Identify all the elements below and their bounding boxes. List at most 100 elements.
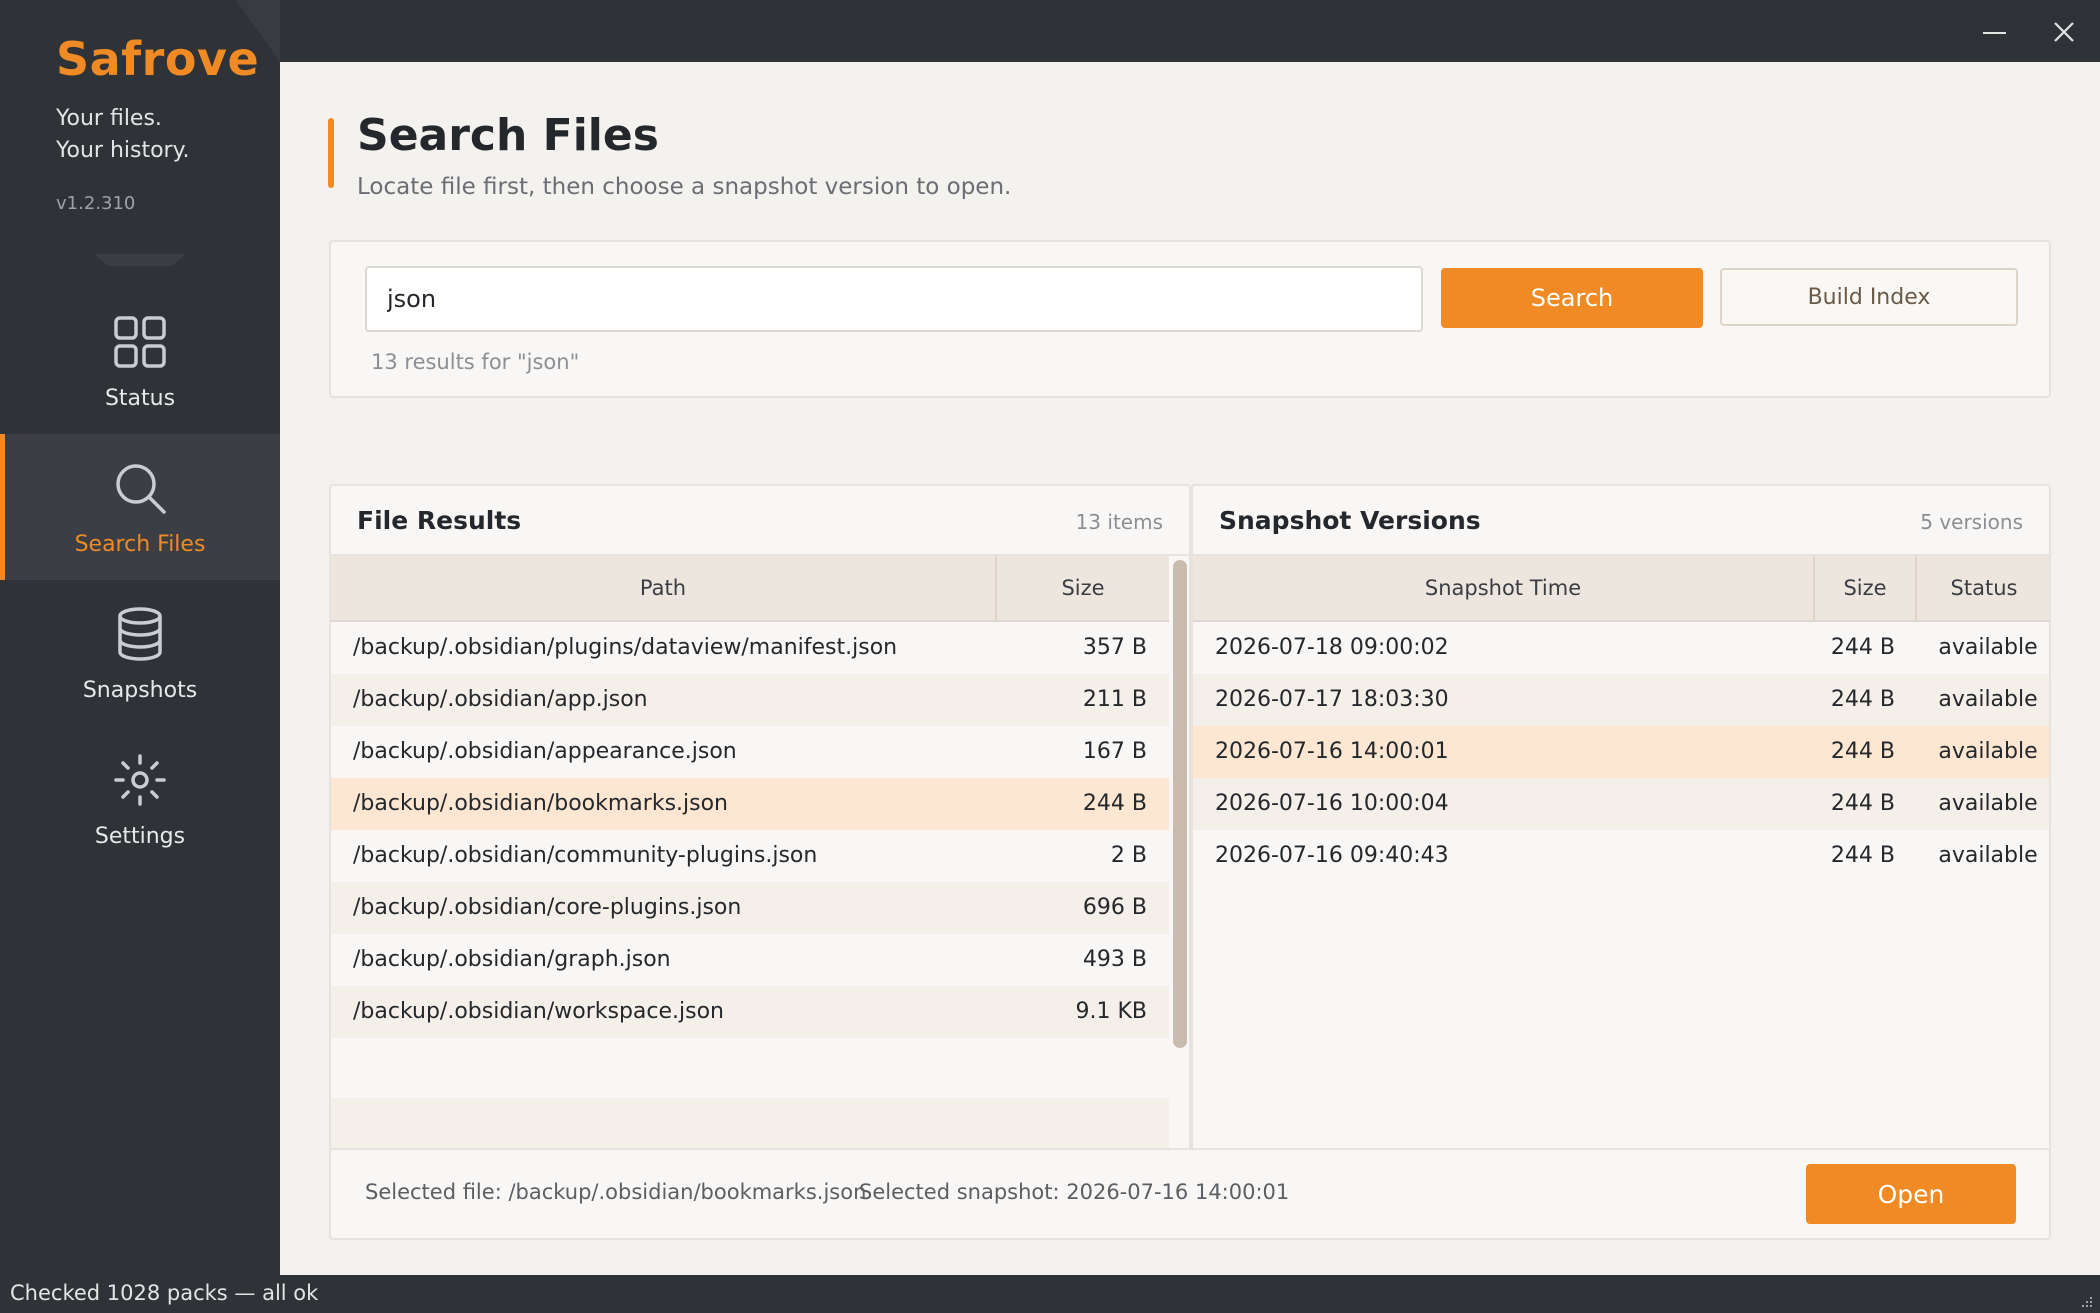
table-row-selected[interactable]: 2026-07-16 14:00:01 244 B available: [1193, 726, 2049, 778]
sidebar-divider: [94, 254, 186, 266]
table-row[interactable]: /backup/.obsidian/app.json 211 B: [331, 674, 1169, 726]
file-results-panel: File Results 13 items Path Size /backup/…: [329, 484, 1191, 1194]
table-row[interactable]: /backup/.obsidian/workspace.json 9.1 KB: [331, 986, 1169, 1038]
column-header-size[interactable]: Size: [995, 556, 1169, 620]
page-subtitle: Locate file first, then choose a snapsho…: [357, 174, 1012, 200]
selected-snapshot-text: Selected snapshot: 2026-07-16 14:00:01: [859, 1180, 1290, 1204]
snapshot-time: 2026-07-16 10:00:04: [1215, 791, 1449, 816]
table-row-partial: [331, 1098, 1169, 1150]
open-button[interactable]: Open: [1806, 1164, 2016, 1224]
table-row-selected[interactable]: /backup/.obsidian/bookmarks.json 244 B: [331, 778, 1169, 830]
file-path: /backup/.obsidian/appearance.json: [353, 739, 737, 764]
snapshot-status: available: [1938, 635, 2038, 660]
nav-item-search-files[interactable]: Search Files: [0, 434, 280, 580]
nav-label-search-files: Search Files: [74, 532, 206, 557]
file-size: 9.1 KB: [1075, 999, 1148, 1024]
sidebar: Safrove Your files. Your history. v1.2.3…: [0, 0, 280, 1275]
file-path: /backup/.obsidian/core-plugins.json: [353, 895, 742, 920]
file-table-header: Path Size: [331, 556, 1169, 622]
build-index-button[interactable]: Build Index: [1720, 268, 2018, 326]
snapshot-time: 2026-07-16 14:00:01: [1215, 739, 1449, 764]
app-tagline-line-1: Your files.: [56, 106, 162, 131]
snapshot-size: 244 B: [1830, 843, 1895, 868]
file-results-header: File Results 13 items: [331, 486, 1189, 556]
search-icon: [116, 464, 166, 514]
table-row[interactable]: /backup/.obsidian/graph.json 493 B: [331, 934, 1169, 986]
search-button[interactable]: Search: [1441, 268, 1703, 328]
file-path: /backup/.obsidian/bookmarks.json: [353, 791, 728, 816]
snapshot-status: available: [1938, 791, 2038, 816]
file-size: 211 B: [1082, 687, 1147, 712]
grid-icon: [114, 316, 166, 368]
column-header-status[interactable]: Status: [1915, 556, 2049, 620]
close-icon: [2054, 22, 2074, 42]
search-card: Search Build Index 13 results for "json": [329, 240, 2051, 398]
table-row[interactable]: /backup/.obsidian/core-plugins.json 696 …: [331, 882, 1169, 934]
table-row[interactable]: 2026-07-16 09:40:43 244 B available: [1193, 830, 2049, 882]
snapshot-status: available: [1938, 843, 2038, 868]
table-row[interactable]: 2026-07-17 18:03:30 244 B available: [1193, 674, 2049, 726]
search-input[interactable]: [365, 266, 1423, 332]
snapshot-time: 2026-07-18 09:00:02: [1215, 635, 1449, 660]
scrollbar-thumb[interactable]: [1173, 560, 1187, 1048]
nav-label-status: Status: [104, 386, 176, 411]
snapshot-versions-panel: Snapshot Versions 5 versions Snapshot Ti…: [1191, 484, 2051, 1194]
file-size: 2 B: [1110, 843, 1147, 868]
file-size: 244 B: [1082, 791, 1147, 816]
file-path: /backup/.obsidian/workspace.json: [353, 999, 724, 1024]
column-header-path[interactable]: Path: [331, 556, 995, 620]
file-results-scrollbar[interactable]: [1169, 556, 1189, 1192]
app-tagline-line-2: Your history.: [56, 138, 190, 163]
file-size: 357 B: [1082, 635, 1147, 660]
nav-item-snapshots[interactable]: Snapshots: [0, 580, 280, 726]
table-row[interactable]: 2026-07-16 10:00:04 244 B available: [1193, 778, 2049, 830]
file-path: /backup/.obsidian/plugins/dataview/manif…: [353, 635, 898, 660]
file-size: 167 B: [1082, 739, 1147, 764]
gear-icon: [114, 754, 166, 806]
page-title: Search Files: [357, 110, 659, 161]
snapshot-size: 244 B: [1830, 635, 1895, 660]
file-path: /backup/.obsidian/app.json: [353, 687, 648, 712]
minimize-icon: [1983, 32, 2006, 34]
nav-item-settings[interactable]: Settings: [0, 726, 280, 872]
selection-bar: Selected file: /backup/.obsidian/bookmar…: [329, 1148, 2051, 1240]
table-row[interactable]: 2026-07-18 09:00:02 244 B available: [1193, 622, 2049, 674]
snapshot-versions-count: 5 versions: [1920, 510, 2023, 534]
status-bar-text: Checked 1028 packs — all ok: [10, 1281, 319, 1305]
snapshot-size: 244 B: [1830, 687, 1895, 712]
file-path: /backup/.obsidian/graph.json: [353, 947, 671, 972]
snapshot-size: 244 B: [1830, 791, 1895, 816]
snapshot-status: available: [1938, 739, 2038, 764]
table-row[interactable]: /backup/.obsidian/appearance.json 167 B: [331, 726, 1169, 778]
resize-grip-icon[interactable]: [2076, 1291, 2094, 1309]
nav-label-snapshots: Snapshots: [82, 678, 198, 703]
selected-file-text: Selected file: /backup/.obsidian/bookmar…: [365, 1180, 867, 1204]
status-bar: Checked 1028 packs — all ok: [0, 1275, 2100, 1313]
snapshot-versions-title: Snapshot Versions: [1219, 506, 1481, 535]
file-size: 493 B: [1082, 947, 1147, 972]
snapshot-table-header: Snapshot Time Size Status: [1193, 556, 2049, 622]
snapshot-time: 2026-07-17 18:03:30: [1215, 687, 1449, 712]
column-header-size[interactable]: Size: [1813, 556, 1915, 620]
snapshot-size: 244 B: [1830, 739, 1895, 764]
app-version: v1.2.310: [56, 193, 136, 214]
table-row[interactable]: /backup/.obsidian/community-plugins.json…: [331, 830, 1169, 882]
minimize-button[interactable]: [1970, 8, 2018, 56]
title-accent-bar: [328, 118, 334, 188]
file-results-count: 13 items: [1075, 510, 1163, 534]
result-summary: 13 results for "json": [371, 350, 580, 374]
snapshot-time: 2026-07-16 09:40:43: [1215, 843, 1449, 868]
app-logo-text: Safrove: [56, 32, 260, 86]
column-header-snapshot-time[interactable]: Snapshot Time: [1193, 556, 1813, 620]
table-row[interactable]: /backup/.obsidian/plugins/dataview/manif…: [331, 622, 1169, 674]
database-icon: [118, 607, 162, 661]
nav-item-status[interactable]: Status: [0, 288, 280, 434]
nav-label-settings: Settings: [94, 824, 186, 849]
file-path: /backup/.obsidian/community-plugins.json: [353, 843, 818, 868]
snapshot-versions-header: Snapshot Versions 5 versions: [1193, 486, 2049, 556]
main-content: Search Files Locate file first, then cho…: [280, 62, 2100, 1275]
window-titlebar: [280, 0, 2100, 62]
file-results-title: File Results: [357, 506, 522, 535]
file-size: 696 B: [1082, 895, 1147, 920]
close-button[interactable]: [2040, 8, 2088, 56]
